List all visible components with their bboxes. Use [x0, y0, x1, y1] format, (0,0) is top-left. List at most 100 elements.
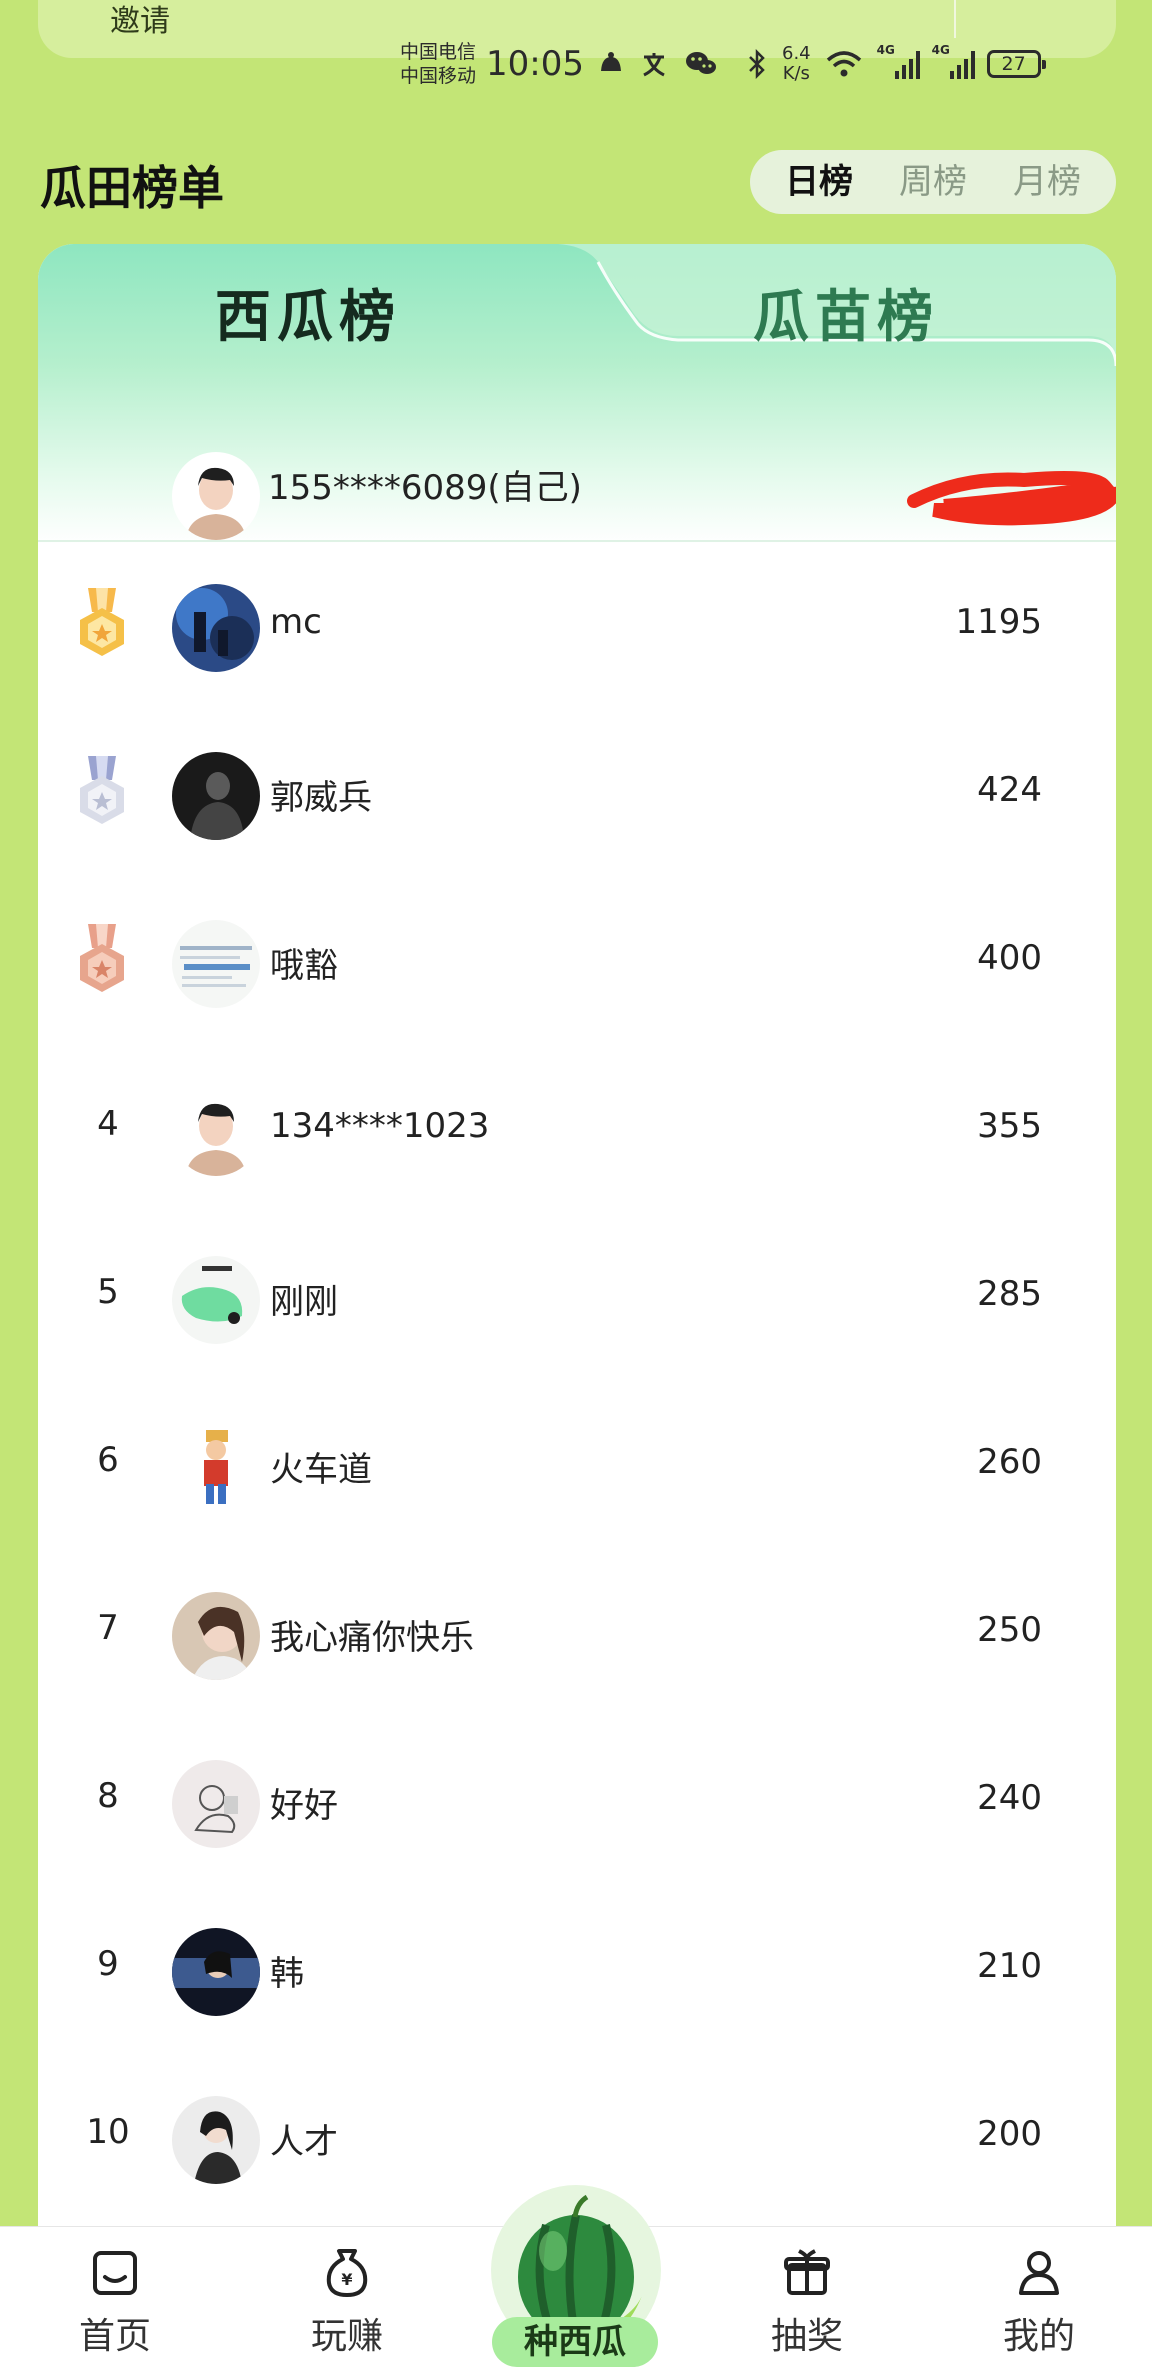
silver-medal-icon	[72, 754, 132, 838]
home-bag-icon	[93, 2251, 137, 2295]
user-score: 200	[977, 2114, 1042, 2154]
user-photo	[172, 584, 260, 672]
user-photo	[172, 1256, 260, 1344]
ranking-board: 西瓜榜 瓜苗榜 155****6089(自己) mc 1195 郭威兵 424 …	[38, 244, 1116, 2244]
avatar	[172, 1928, 260, 2016]
rank-number: 8	[97, 1776, 119, 1816]
list-item[interactable]: 4 134****1023 355	[38, 1046, 1116, 1214]
tab-watermelon-board[interactable]: 西瓜榜	[38, 272, 578, 353]
avatar	[172, 752, 260, 840]
rank-number: 4	[97, 1104, 119, 1144]
wifi-icon	[825, 49, 863, 79]
status-bar: 中国电信 中国移动 10:05 6.4 K/s 4G 4G 27	[400, 34, 1046, 94]
signal-icon-1: 4G	[877, 43, 920, 79]
nav-lottery[interactable]: 抽奖	[732, 2247, 882, 2359]
app-notification-icon	[596, 49, 626, 79]
user-photo	[172, 920, 260, 1008]
list-item[interactable]: 哦豁 400	[38, 878, 1116, 1046]
list-item[interactable]: 6 火车道 260	[38, 1382, 1116, 1550]
avatar	[172, 920, 260, 1008]
user-score: 1195	[955, 602, 1042, 642]
bottom-nav: 首页 ¥ 玩赚 种西瓜 抽奖 我的	[0, 2185, 1152, 2376]
user-photo	[172, 1760, 260, 1848]
nav-grow-watermelon[interactable]: 种西瓜	[486, 2185, 666, 2367]
default-avatar-icon	[172, 452, 260, 540]
battery-level: 27	[1001, 53, 1026, 75]
nav-home-label: 首页	[78, 2316, 151, 2357]
user-name: 人才	[270, 2122, 338, 2162]
user-photo	[172, 1424, 260, 1512]
avatar	[172, 1256, 260, 1344]
avatar	[172, 1760, 260, 1848]
nav-earn[interactable]: ¥ 玩赚	[272, 2247, 422, 2359]
rank-number: 7	[97, 1608, 119, 1648]
user-photo	[172, 1592, 260, 1680]
user-photo	[172, 1928, 260, 2016]
translate-icon	[640, 49, 670, 79]
carrier-labels: 中国电信 中国移动	[400, 40, 476, 88]
list-item[interactable]: 7 我心痛你快乐 250	[38, 1550, 1116, 1718]
self-name: 155****6089(自己)	[268, 468, 582, 508]
avatar	[172, 584, 260, 672]
user-name: 哦豁	[270, 946, 338, 986]
nav-home[interactable]: 首页	[40, 2247, 190, 2359]
user-name: 刚刚	[270, 1282, 338, 1322]
user-score: 250	[977, 1610, 1042, 1650]
rank-number: 5	[97, 1272, 119, 1312]
period-tabs: 日榜 周榜 月榜	[750, 150, 1116, 214]
tab-daily[interactable]: 日榜	[762, 157, 876, 207]
avatar	[172, 2096, 260, 2184]
rank-number: 10	[86, 2112, 130, 2152]
signal-icon-2: 4G	[932, 43, 975, 79]
nav-lottery-label: 抽奖	[770, 2316, 843, 2357]
list-item[interactable]: 9 韩 210	[38, 1886, 1116, 2054]
rank-number: 9	[97, 1944, 119, 1984]
list-item[interactable]: mc 1195	[38, 542, 1116, 710]
gift-icon	[784, 2249, 830, 2295]
nav-center-label: 种西瓜	[492, 2317, 658, 2367]
user-name: 火车道	[270, 1450, 372, 1490]
network-speed: 6.4 K/s	[782, 44, 811, 84]
user-score: 260	[977, 1442, 1042, 1482]
tab-weekly[interactable]: 周榜	[876, 157, 990, 207]
self-rank-row: 155****6089(自己)	[38, 422, 1116, 542]
user-photo	[172, 752, 260, 840]
user-name: 郭威兵	[270, 778, 372, 818]
list-item[interactable]: 5 刚刚 285	[38, 1214, 1116, 1382]
avatar	[172, 1088, 260, 1176]
invite-label: 邀请	[110, 4, 170, 39]
user-score: 240	[977, 1778, 1042, 1818]
wechat-icon	[684, 49, 718, 79]
tab-seedling-board[interactable]: 瓜苗榜	[576, 272, 1116, 353]
list-item[interactable]: 郭威兵 424	[38, 710, 1116, 878]
rank-number: 6	[97, 1440, 119, 1480]
user-score: 285	[977, 1274, 1042, 1314]
profile-icon	[1019, 2251, 1059, 2295]
tab-monthly[interactable]: 月榜	[990, 157, 1104, 207]
network-type-1: 4G	[876, 43, 895, 57]
list-item[interactable]: 8 好好 240	[38, 1718, 1116, 1886]
nav-mine[interactable]: 我的	[964, 2247, 1114, 2359]
bluetooth-icon	[746, 49, 768, 79]
default-avatar-icon	[172, 1088, 260, 1176]
ranking-list: mc 1195 郭威兵 424 哦豁 400 4 134****1023 355…	[38, 542, 1116, 2222]
money-bag-icon: ¥	[326, 2249, 368, 2297]
bronze-medal-icon	[72, 922, 132, 1006]
speed-value: 6.4	[782, 43, 811, 64]
redacted-score	[907, 471, 1116, 526]
nav-earn-label: 玩赚	[310, 2316, 383, 2357]
network-type-2: 4G	[931, 43, 950, 57]
gold-medal-icon	[72, 586, 132, 670]
avatar	[172, 452, 260, 540]
divider	[954, 0, 956, 38]
clock: 10:05	[486, 44, 584, 84]
avatar	[172, 1424, 260, 1512]
user-score: 424	[977, 770, 1042, 810]
svg-text:¥: ¥	[341, 2270, 352, 2289]
carrier-2: 中国移动	[400, 65, 477, 87]
user-score: 210	[977, 1946, 1042, 1986]
user-name: 好好	[270, 1786, 338, 1826]
user-score: 355	[977, 1106, 1042, 1146]
user-name: 134****1023	[270, 1106, 490, 1146]
carrier-1: 中国电信	[400, 41, 477, 63]
